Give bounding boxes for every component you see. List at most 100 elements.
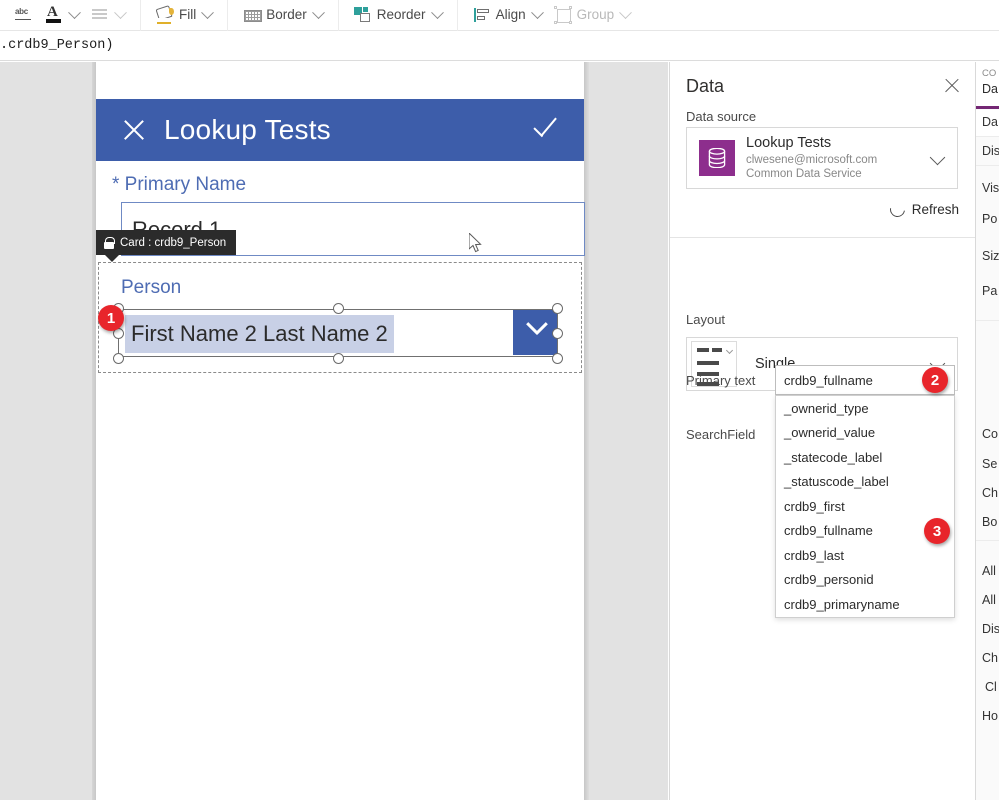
powerapps-studio-window: Fill Border Reorder Align — [0, 0, 999, 800]
chevron-down-icon[interactable] — [513, 310, 557, 355]
app-screen: Lookup Tests * Primary Name Record 1 Per… — [96, 62, 585, 800]
data-source-name: Lookup Tests — [746, 135, 832, 152]
formula-bar[interactable]: .crdb9_Person) — [0, 31, 999, 61]
border-button[interactable]: Border — [237, 1, 329, 29]
chevron-down-icon[interactable] — [929, 149, 946, 166]
property-row[interactable]: Se — [982, 457, 997, 471]
data-panel-header: Data — [670, 62, 976, 108]
toolbar-group-text — [0, 0, 141, 31]
dropdown-option[interactable]: _statecode_label — [776, 445, 954, 470]
properties-panel-strip: CO Da Da Dis Vis Po Siz Pa Co Se Ch Bo A… — [975, 62, 999, 800]
fill-bucket-icon — [156, 6, 174, 24]
toolbar-group-arrange: Align Group — [458, 0, 646, 31]
property-row[interactable]: Co — [982, 427, 998, 441]
close-icon[interactable] — [942, 76, 962, 96]
person-label: Person — [121, 277, 182, 298]
card-tooltip: Card : crdb9_Person — [96, 230, 237, 262]
primary-text-label: Primary text — [686, 373, 756, 388]
font-color-icon — [45, 4, 63, 24]
toolbar-group-border: Border — [228, 0, 339, 31]
divider — [976, 165, 999, 166]
fill-label: Fill — [179, 7, 197, 23]
refresh-label: Refresh — [911, 202, 959, 217]
spellcheck-button[interactable] — [9, 1, 39, 29]
chevron-down-icon — [430, 5, 444, 19]
dropdown-option[interactable]: crdb9_first — [776, 494, 954, 519]
data-source-card[interactable]: Lookup Tests clwesene@microsoft.com Comm… — [686, 127, 958, 189]
divider — [976, 320, 999, 321]
group-button[interactable]: Group — [548, 1, 637, 29]
group-label: Group — [576, 7, 615, 23]
fill-button[interactable]: Fill — [150, 1, 218, 29]
data-source-account: clwesene@microsoft.com — [746, 153, 878, 166]
property-row[interactable]: Ch — [982, 486, 998, 500]
property-row[interactable]: Po — [982, 212, 997, 226]
dropdown-option[interactable]: crdb9_last — [776, 543, 954, 568]
align-button[interactable]: Align — [467, 1, 548, 29]
chevron-down-icon — [201, 5, 215, 19]
checkmark-icon[interactable] — [532, 115, 564, 145]
formula-text[interactable]: .crdb9_Person) — [0, 38, 113, 53]
data-panel-title: Data — [686, 76, 725, 96]
annotation-badge-1: 1 — [98, 305, 124, 331]
chevron-down-icon — [311, 5, 325, 19]
dropdown-option[interactable]: _ownerid_type — [776, 396, 954, 421]
group-icon — [553, 6, 572, 24]
annotation-badge-3: 3 — [924, 518, 950, 544]
property-row[interactable]: Cl — [985, 680, 997, 694]
property-row[interactable]: Pa — [982, 284, 997, 298]
align-icon — [473, 6, 491, 24]
resize-handle-mr[interactable] — [552, 328, 563, 339]
tooltip-arrow — [105, 255, 119, 262]
screen-shadow-right — [584, 62, 589, 800]
canvas-area: Lookup Tests * Primary Name Record 1 Per… — [0, 62, 668, 800]
dropdown-option[interactable]: _ownerid_value — [776, 421, 954, 446]
align-label: Align — [495, 7, 526, 23]
close-icon[interactable] — [112, 108, 156, 152]
lock-icon — [104, 236, 115, 249]
dropdown-option[interactable]: crdb9_personid — [776, 568, 954, 593]
app-form-header: Lookup Tests — [96, 99, 584, 161]
resize-handle-tr[interactable] — [552, 303, 563, 314]
property-row[interactable]: Da — [982, 115, 998, 129]
text-align-button[interactable] — [85, 1, 131, 29]
annotation-badge-2: 2 — [922, 367, 948, 393]
person-combobox[interactable]: First Name 2 Last Name 2 — [113, 303, 563, 364]
dropdown-option[interactable]: crdb9_primaryname — [776, 592, 954, 617]
combobox-selected-value: First Name 2 Last Name 2 — [125, 315, 394, 353]
property-row[interactable]: Dis — [982, 144, 999, 158]
property-row[interactable]: All — [982, 593, 996, 607]
font-color-button[interactable] — [39, 1, 85, 29]
resize-handle-bl[interactable] — [113, 353, 124, 364]
property-row[interactable]: Dis — [982, 622, 999, 636]
property-row[interactable]: All — [982, 564, 996, 578]
border-grid-icon — [243, 6, 263, 24]
divider — [670, 237, 976, 238]
combobox-frame[interactable]: First Name 2 Last Name 2 — [118, 309, 558, 357]
divider — [976, 136, 999, 137]
mouse-cursor — [468, 231, 483, 253]
refresh-button[interactable]: Refresh — [890, 202, 959, 217]
chevron-down-icon — [68, 5, 81, 19]
property-row[interactable]: Bo — [982, 515, 997, 529]
property-row[interactable]: Siz — [982, 249, 999, 263]
properties-tab-data[interactable]: Da — [982, 82, 998, 96]
resize-handle-tc[interactable] — [333, 303, 344, 314]
property-row[interactable]: Ch — [982, 651, 998, 665]
primary-text-dropdown[interactable]: _ownerid_type _ownerid_value _statecode_… — [775, 395, 955, 618]
chevron-down-icon — [619, 5, 632, 19]
dropdown-option[interactable]: _statuscode_label — [776, 470, 954, 495]
property-row[interactable]: Vis — [982, 181, 999, 195]
resize-handle-br[interactable] — [552, 353, 563, 364]
database-icon — [699, 140, 735, 176]
layout-label: Layout — [686, 312, 726, 327]
search-field-label: SearchField — [686, 427, 756, 442]
spellcheck-icon — [15, 6, 33, 24]
form-title: Lookup Tests — [164, 114, 331, 145]
property-row[interactable]: Ho — [982, 709, 998, 723]
data-source-label: Data source — [686, 109, 757, 124]
reorder-button[interactable]: Reorder — [348, 1, 448, 29]
data-source-connector: Common Data Service — [746, 167, 862, 180]
divider — [976, 540, 999, 541]
resize-handle-bc[interactable] — [333, 353, 344, 364]
